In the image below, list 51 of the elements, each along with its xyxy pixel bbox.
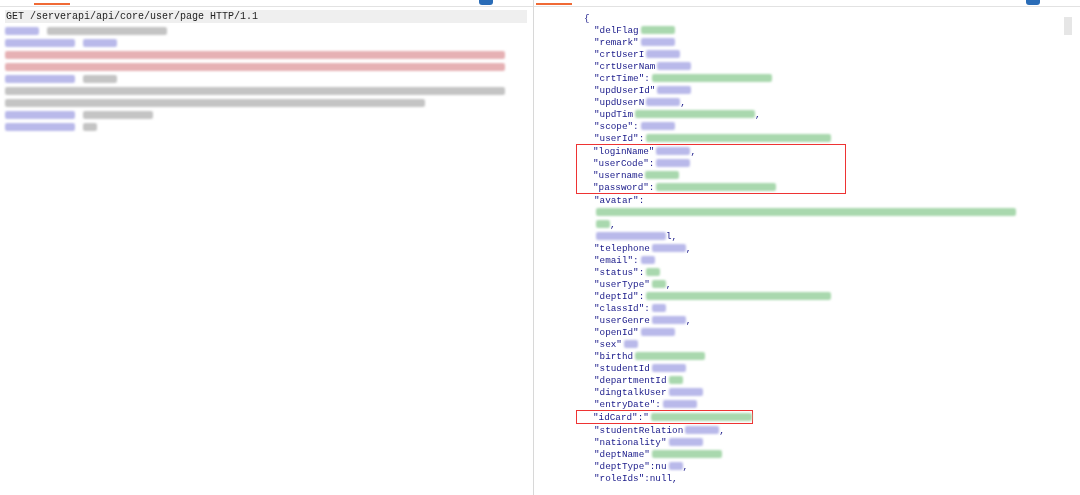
json-key: "crtTime":: [594, 72, 650, 84]
json-key: "userId":: [594, 132, 645, 144]
json-key: "sex": [594, 338, 622, 350]
json-key: "scope":: [594, 120, 639, 132]
json-punctuation: ,: [755, 108, 761, 120]
json-punctuation: ,: [685, 242, 692, 254]
json-key: "remark": [594, 36, 639, 48]
json-key: "updUserN: [594, 96, 645, 108]
json-key: "entryDate":: [594, 398, 661, 410]
json-punctuation: l,: [666, 230, 678, 242]
json-key: "departmentId: [594, 374, 667, 386]
json-key: "email":: [594, 254, 639, 266]
json-key: "updUserId": [594, 84, 656, 96]
json-key: "deptType":nu: [594, 460, 667, 472]
json-key: "crtUserI: [594, 48, 645, 60]
json-key: "openId": [594, 326, 639, 338]
json-key: "idCard":": [593, 411, 649, 423]
json-punctuation: ,: [685, 314, 692, 326]
json-key: "telephone: [594, 242, 650, 254]
json-key: "nationality": [594, 436, 667, 448]
json-key: "dingtalkUser: [594, 386, 667, 398]
json-key: "userType": [594, 278, 650, 290]
json-key: "avatar":: [594, 194, 645, 206]
json-key: "classId":: [594, 302, 650, 314]
json-punctuation: ,: [690, 145, 696, 157]
json-key: "userGenre: [594, 314, 650, 326]
json-key: "deptId":: [594, 290, 645, 302]
json-punctuation: ,: [682, 460, 689, 472]
scrollbar-thumb[interactable]: [1064, 17, 1072, 35]
json-key: {: [584, 12, 590, 24]
json-punctuation: ,: [680, 96, 686, 108]
json-key: "password":: [593, 181, 655, 193]
json-key: "crtUserNam: [594, 60, 656, 72]
json-punctuation: ,: [665, 278, 672, 290]
json-key: "studentRelation: [594, 424, 684, 436]
json-key: "loginName": [593, 145, 655, 157]
json-punctuation: ,: [719, 424, 725, 436]
json-key: "deptName": [594, 448, 650, 460]
json-punctuation: ,: [610, 218, 616, 230]
active-tab-indicator: [34, 3, 70, 5]
json-key: "status":: [594, 266, 645, 278]
json-key: "birthd: [594, 350, 634, 362]
active-tab-indicator: [536, 3, 572, 5]
json-key: "studentId: [594, 362, 650, 374]
panel-button[interactable]: [1026, 0, 1040, 5]
json-key: "updTim: [594, 108, 634, 120]
json-key: "delFlag: [594, 24, 639, 36]
panel-button[interactable]: [479, 0, 493, 5]
json-key: "userCode":: [593, 157, 655, 169]
json-key: "roleIds":null,: [594, 472, 678, 484]
json-key: "username: [593, 169, 644, 181]
